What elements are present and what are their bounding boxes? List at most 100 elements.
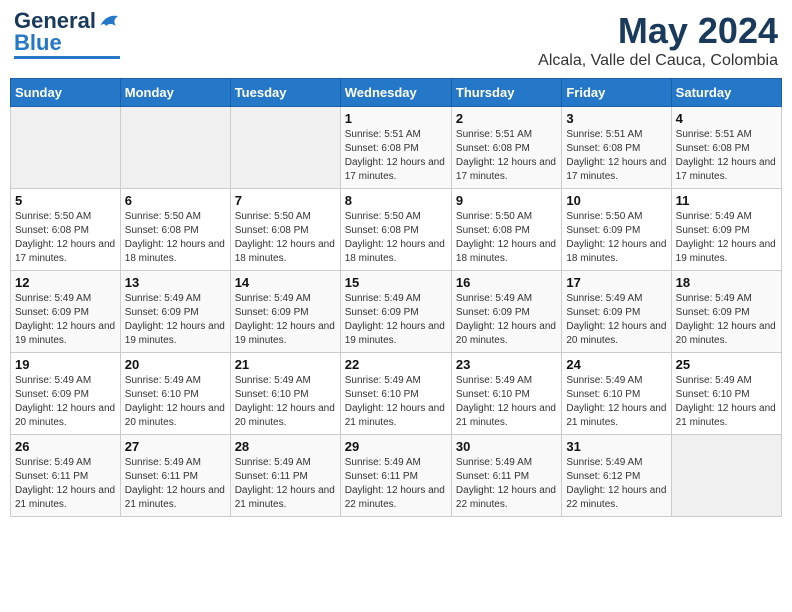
weekday-header-wednesday: Wednesday xyxy=(340,79,451,107)
day-number: 12 xyxy=(15,275,116,290)
day-number: 1 xyxy=(345,111,447,126)
day-number: 26 xyxy=(15,439,116,454)
day-info: Sunrise: 5:49 AM Sunset: 6:09 PM Dayligh… xyxy=(566,292,666,348)
calendar-cell: 25 Sunrise: 5:49 AM Sunset: 6:10 PM Dayli… xyxy=(671,353,781,435)
day-info: Sunrise: 5:49 AM Sunset: 6:11 PM Dayligh… xyxy=(235,456,336,512)
day-info: Sunrise: 5:50 AM Sunset: 6:08 PM Dayligh… xyxy=(456,210,557,266)
day-number: 30 xyxy=(456,439,557,454)
weekday-header-sunday: Sunday xyxy=(11,79,121,107)
page-header: General Blue May 2024 Alcala, Valle del … xyxy=(10,10,782,70)
calendar-cell: 4 Sunrise: 5:51 AM Sunset: 6:08 PM Daylig… xyxy=(671,107,781,189)
day-number: 29 xyxy=(345,439,447,454)
day-info: Sunrise: 5:50 AM Sunset: 6:09 PM Dayligh… xyxy=(566,210,666,266)
calendar-cell: 3Sunrise: 5:51 AM Sunset: 6:08 PM Daylig… xyxy=(562,107,671,189)
calendar-cell: 12Sunrise: 5:49 AM Sunset: 6:09 PM Dayli… xyxy=(11,271,121,353)
calendar-cell: 16 Sunrise: 5:49 AM Sunset: 6:09 PM Dayli… xyxy=(451,271,561,353)
day-number: 9 xyxy=(456,193,557,208)
day-info: Sunrise: 5:49 AM Sunset: 6:10 PM Dayligh… xyxy=(676,374,777,430)
calendar-week-3: 12 Sunrise: 5:49 AM Sunset: 6:09 PM Dayli… xyxy=(11,271,782,353)
calendar-cell: 31Sunrise: 5:49 AM Sunset: 6:12 PM Dayli… xyxy=(562,435,671,517)
calendar-week-1: 1 Sunrise: 5:51 AM Sunset: 6:08 PM Daylig… xyxy=(11,107,782,189)
calendar-cell: 28 Sunrise: 5:49 AM Sunset: 6:11 PM Dayli… xyxy=(230,435,340,517)
day-info: Sunrise: 5:49 AM Sunset: 6:09 PM Dayligh… xyxy=(15,374,116,430)
calendar-cell: 13 Sunrise: 5:49 AM Sunset: 6:09 PM Dayli… xyxy=(120,271,230,353)
day-info: Sunrise: 5:49 AM Sunset: 6:10 PM Dayligh… xyxy=(235,374,336,430)
day-number: 2 xyxy=(456,111,557,126)
day-number: 16 xyxy=(456,275,557,290)
calendar-cell: 14Sunrise: 5:49 AM Sunset: 6:09 PM Dayli… xyxy=(230,271,340,353)
day-number: 6 xyxy=(125,193,226,208)
calendar-cell: 11 Sunrise: 5:49 AM Sunset: 6:09 PM Dayli… xyxy=(671,189,781,271)
calendar-cell: 26Sunrise: 5:49 AM Sunset: 6:11 PM Dayli… xyxy=(11,435,121,517)
calendar-cell: 29Sunrise: 5:49 AM Sunset: 6:11 PM Dayli… xyxy=(340,435,451,517)
day-number: 22 xyxy=(345,357,447,372)
calendar-cell: 22Sunrise: 5:49 AM Sunset: 6:10 PM Dayli… xyxy=(340,353,451,435)
day-info: Sunrise: 5:50 AM Sunset: 6:08 PM Dayligh… xyxy=(235,210,336,266)
calendar-cell: 17 Sunrise: 5:49 AM Sunset: 6:09 PM Dayli… xyxy=(562,271,671,353)
weekday-header-row: SundayMondayTuesdayWednesdayThursdayFrid… xyxy=(11,79,782,107)
calendar-cell: 21 Sunrise: 5:49 AM Sunset: 6:10 PM Dayli… xyxy=(230,353,340,435)
day-number: 20 xyxy=(125,357,226,372)
page-subtitle: Alcala, Valle del Cauca, Colombia xyxy=(538,52,778,70)
day-number: 28 xyxy=(235,439,336,454)
day-info: Sunrise: 5:49 AM Sunset: 6:09 PM Dayligh… xyxy=(235,292,336,348)
calendar-cell: 10 Sunrise: 5:50 AM Sunset: 6:09 PM Dayli… xyxy=(562,189,671,271)
day-number: 13 xyxy=(125,275,226,290)
calendar-cell: 19 Sunrise: 5:49 AM Sunset: 6:09 PM Dayli… xyxy=(11,353,121,435)
day-info: Sunrise: 5:49 AM Sunset: 6:12 PM Dayligh… xyxy=(566,456,666,512)
day-info: Sunrise: 5:50 AM Sunset: 6:08 PM Dayligh… xyxy=(345,210,447,266)
day-number: 5 xyxy=(15,193,116,208)
day-number: 10 xyxy=(566,193,666,208)
calendar-cell: 30Sunrise: 5:49 AM Sunset: 6:11 PM Dayli… xyxy=(451,435,561,517)
day-info: Sunrise: 5:49 AM Sunset: 6:11 PM Dayligh… xyxy=(125,456,226,512)
day-number: 25 xyxy=(676,357,777,372)
day-info: Sunrise: 5:50 AM Sunset: 6:08 PM Dayligh… xyxy=(125,210,226,266)
calendar-cell: 6 Sunrise: 5:50 AM Sunset: 6:08 PM Daylig… xyxy=(120,189,230,271)
day-info: Sunrise: 5:50 AM Sunset: 6:08 PM Dayligh… xyxy=(15,210,116,266)
calendar-week-2: 5 Sunrise: 5:50 AM Sunset: 6:08 PM Daylig… xyxy=(11,189,782,271)
calendar-cell: 15 Sunrise: 5:49 AM Sunset: 6:09 PM Dayli… xyxy=(340,271,451,353)
day-number: 7 xyxy=(235,193,336,208)
day-number: 17 xyxy=(566,275,666,290)
day-info: Sunrise: 5:51 AM Sunset: 6:08 PM Dayligh… xyxy=(676,128,777,184)
title-block: May 2024 Alcala, Valle del Cauca, Colomb… xyxy=(538,10,778,70)
calendar-week-4: 19 Sunrise: 5:49 AM Sunset: 6:09 PM Dayli… xyxy=(11,353,782,435)
calendar-cell: 23 Sunrise: 5:49 AM Sunset: 6:10 PM Dayli… xyxy=(451,353,561,435)
day-info: Sunrise: 5:49 AM Sunset: 6:09 PM Dayligh… xyxy=(456,292,557,348)
calendar-cell: 27Sunrise: 5:49 AM Sunset: 6:11 PM Dayli… xyxy=(120,435,230,517)
day-info: Sunrise: 5:49 AM Sunset: 6:10 PM Dayligh… xyxy=(456,374,557,430)
logo-underline xyxy=(14,56,120,59)
day-number: 19 xyxy=(15,357,116,372)
day-number: 4 xyxy=(676,111,777,126)
day-number: 11 xyxy=(676,193,777,208)
calendar-cell: 1Sunrise: 5:51 AM Sunset: 6:08 PM Daylig… xyxy=(340,107,451,189)
day-info: Sunrise: 5:49 AM Sunset: 6:09 PM Dayligh… xyxy=(676,210,777,266)
day-number: 21 xyxy=(235,357,336,372)
day-number: 23 xyxy=(456,357,557,372)
calendar-cell: 7 Sunrise: 5:50 AM Sunset: 6:08 PM Daylig… xyxy=(230,189,340,271)
calendar-cell: 5 Sunrise: 5:50 AM Sunset: 6:08 PM Daylig… xyxy=(11,189,121,271)
calendar-cell: 9 Sunrise: 5:50 AM Sunset: 6:08 PM Daylig… xyxy=(451,189,561,271)
day-info: Sunrise: 5:49 AM Sunset: 6:10 PM Dayligh… xyxy=(566,374,666,430)
day-info: Sunrise: 5:51 AM Sunset: 6:08 PM Dayligh… xyxy=(566,128,666,184)
day-info: Sunrise: 5:49 AM Sunset: 6:09 PM Dayligh… xyxy=(345,292,447,348)
weekday-header-monday: Monday xyxy=(120,79,230,107)
calendar-cell xyxy=(120,107,230,189)
weekday-header-thursday: Thursday xyxy=(451,79,561,107)
calendar-cell: 2Sunrise: 5:51 AM Sunset: 6:08 PM Daylig… xyxy=(451,107,561,189)
calendar-cell: 8 Sunrise: 5:50 AM Sunset: 6:08 PM Daylig… xyxy=(340,189,451,271)
page-title: May 2024 xyxy=(538,10,778,52)
day-number: 15 xyxy=(345,275,447,290)
logo-bird-icon xyxy=(98,12,120,30)
day-info: Sunrise: 5:49 AM Sunset: 6:09 PM Dayligh… xyxy=(125,292,226,348)
day-number: 18 xyxy=(676,275,777,290)
calendar-cell xyxy=(11,107,121,189)
weekday-header-friday: Friday xyxy=(562,79,671,107)
calendar-week-5: 26 Sunrise: 5:49 AM Sunset: 6:11 PM Dayli… xyxy=(11,435,782,517)
calendar-cell xyxy=(671,435,781,517)
weekday-header-tuesday: Tuesday xyxy=(230,79,340,107)
day-number: 8 xyxy=(345,193,447,208)
calendar-cell: 18Sunrise: 5:49 AM Sunset: 6:09 PM Dayli… xyxy=(671,271,781,353)
calendar-body: 1 Sunrise: 5:51 AM Sunset: 6:08 PM Daylig… xyxy=(11,107,782,517)
calendar-cell: 24Sunrise: 5:49 AM Sunset: 6:10 PM Dayli… xyxy=(562,353,671,435)
